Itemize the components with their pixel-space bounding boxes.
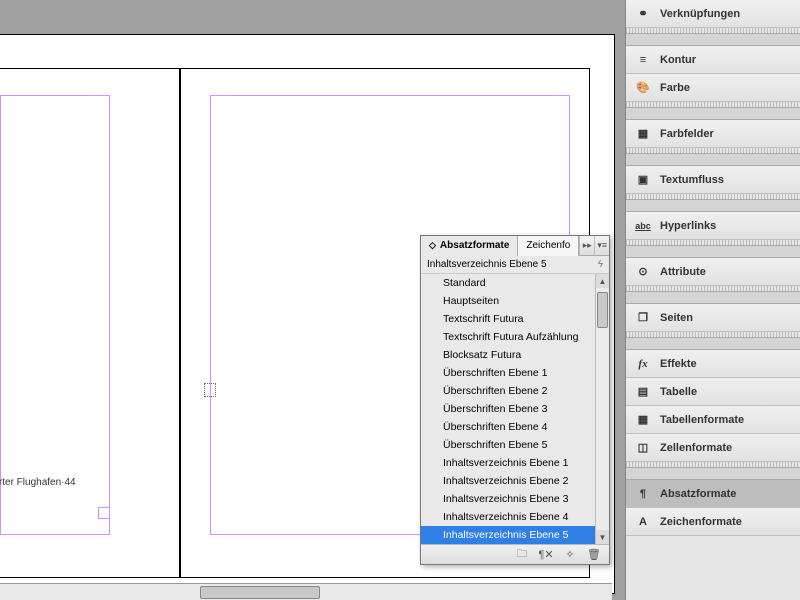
link-icon: ⚭ <box>634 6 652 22</box>
text-outport-indicator[interactable] <box>98 507 110 519</box>
panel-gap <box>626 34 800 46</box>
panel-label: Absatzformate <box>660 488 736 500</box>
vertical-scrollbar[interactable]: ▲ ▼ <box>595 274 609 544</box>
style-item[interactable]: Standard <box>421 274 609 292</box>
table-icon: ▤ <box>634 384 652 400</box>
panel-label: Effekte <box>660 358 697 370</box>
style-item[interactable]: Überschriften Ebene 5 <box>421 436 609 454</box>
cellstyles-icon: ◫ <box>634 440 652 456</box>
panel-label: Farbe <box>660 82 690 94</box>
delete-style-icon[interactable]: 🗑 <box>585 547 603 563</box>
style-item[interactable]: Inhaltsverzeichnis Ebene 2 <box>421 472 609 490</box>
panel-button-table[interactable]: ▤ Tabelle <box>626 378 800 406</box>
current-style-row: Inhaltsverzeichnis Ebene 5 ϟ <box>421 256 609 274</box>
pages-icon: ❐ <box>634 310 652 326</box>
panel-footer: 🗀 ¶✕ ✧ 🗑 <box>421 544 609 564</box>
panel-label: Seiten <box>660 312 693 324</box>
horizontal-scrollbar[interactable] <box>0 583 612 600</box>
swatches-icon: ▦ <box>634 126 652 142</box>
panel-label: Hyperlinks <box>660 220 716 232</box>
panel-label: Tabelle <box>660 386 697 398</box>
panel-gap <box>626 246 800 258</box>
color-icon: 🎨 <box>634 80 652 96</box>
attribute-icon: ⊙ <box>634 264 652 280</box>
panel-button-attribute[interactable]: ⊙ Attribute <box>626 258 800 286</box>
style-list[interactable]: StandardHauptseitenTextschrift FuturaTex… <box>421 274 609 544</box>
panel-button-tablestyles[interactable]: ▦ Tabellenformate <box>626 406 800 434</box>
panel-button-cellstyles[interactable]: ◫ Zellenformate <box>626 434 800 462</box>
panel-label: Zeichenformate <box>660 516 742 528</box>
style-item[interactable]: Inhaltsverzeichnis Ebene 1 <box>421 454 609 472</box>
text-insertion-cursor <box>204 383 216 397</box>
para-icon: ¶ <box>634 486 652 502</box>
panel-button-wrap[interactable]: ▣ Textumfluss <box>626 166 800 194</box>
scrollbar-thumb[interactable] <box>597 292 608 328</box>
style-item[interactable]: Inhaltsverzeichnis Ebene 4 <box>421 508 609 526</box>
collapse-panel-icon[interactable]: ▸▸ <box>579 236 594 256</box>
wrap-icon: ▣ <box>634 172 652 188</box>
panel-label: Zellenformate <box>660 442 732 454</box>
panel-label: Attribute <box>660 266 706 278</box>
style-item[interactable]: Überschriften Ebene 4 <box>421 418 609 436</box>
panel-gap <box>626 468 800 480</box>
panel-button-hyperlink[interactable]: abc Hyperlinks <box>626 212 800 240</box>
panel-button-char[interactable]: A Zeichenformate <box>626 508 800 536</box>
clear-override-icon[interactable]: ¶✕ <box>537 547 555 563</box>
panel-gap <box>626 108 800 120</box>
style-item[interactable]: Überschriften Ebene 3 <box>421 400 609 418</box>
style-item[interactable]: Inhaltsverzeichnis Ebene 5 <box>421 526 609 544</box>
tab-label: Zeichenfo <box>526 240 570 251</box>
panel-gap <box>626 154 800 166</box>
quick-apply-icon[interactable]: ϟ <box>598 259 603 270</box>
panel-menu-icon[interactable]: ▾≡ <box>594 236 609 256</box>
style-item[interactable]: Überschriften Ebene 2 <box>421 382 609 400</box>
panel-button-para[interactable]: ¶ Absatzformate <box>626 480 800 508</box>
panel-button-fx[interactable]: fx Effekte <box>626 350 800 378</box>
scrollbar-thumb[interactable] <box>200 586 320 599</box>
char-icon: A <box>634 514 652 530</box>
panel-tabs: ◇ Absatzformate Zeichenfo ▸▸ ▾≡ <box>421 236 609 256</box>
panel-label: Tabellenformate <box>660 414 744 426</box>
panel-gap <box>626 200 800 212</box>
style-item[interactable]: Inhaltsverzeichnis Ebene 3 <box>421 490 609 508</box>
panel-label: Farbfelder <box>660 128 714 140</box>
tab-paragraph-styles[interactable]: ◇ Absatzformate <box>421 236 518 256</box>
panel-button-link[interactable]: ⚭ Verknüpfungen <box>626 0 800 28</box>
panel-gap <box>626 338 800 350</box>
panel-label: Kontur <box>660 54 696 66</box>
page-caption: nkfurter Flughafen·44 <box>0 477 76 488</box>
hyperlink-icon: abc <box>634 218 652 234</box>
panel-button-pages[interactable]: ❐ Seiten <box>626 304 800 332</box>
stroke-icon: ≡ <box>634 52 652 68</box>
margin-guide-left <box>0 95 110 535</box>
style-item[interactable]: Überschriften Ebene 1 <box>421 364 609 382</box>
tab-character-styles[interactable]: Zeichenfo <box>518 236 579 256</box>
panel-button-stroke[interactable]: ≡ Kontur <box>626 46 800 74</box>
panel-dock: ⚭ Verknüpfungen ≡ Kontur 🎨 Farbe ▦ Farbfelder ▣ T… <box>625 0 800 600</box>
scroll-up-icon[interactable]: ▲ <box>596 274 609 288</box>
style-item[interactable]: Hauptseiten <box>421 292 609 310</box>
paragraph-styles-panel[interactable]: ◇ Absatzformate Zeichenfo ▸▸ ▾≡ Inhaltsv… <box>420 235 610 565</box>
sort-icon: ◇ <box>429 240 436 251</box>
tab-label: Absatzformate <box>440 240 509 251</box>
current-style-name: Inhaltsverzeichnis Ebene 5 <box>427 259 547 270</box>
fx-icon: fx <box>634 356 652 372</box>
panel-label: Verknüpfungen <box>660 8 740 20</box>
new-folder-icon[interactable]: 🗀 <box>513 547 531 563</box>
scroll-down-icon[interactable]: ▼ <box>596 530 609 544</box>
panel-button-swatches[interactable]: ▦ Farbfelder <box>626 120 800 148</box>
panel-button-color[interactable]: 🎨 Farbe <box>626 74 800 102</box>
panel-gap <box>626 292 800 304</box>
style-item[interactable]: Blocksatz Futura <box>421 346 609 364</box>
new-style-icon[interactable]: ✧ <box>561 547 579 563</box>
style-item[interactable]: Textschrift Futura Aufzählung <box>421 328 609 346</box>
panel-label: Textumfluss <box>660 174 724 186</box>
tablestyles-icon: ▦ <box>634 412 652 428</box>
style-item[interactable]: Textschrift Futura <box>421 310 609 328</box>
